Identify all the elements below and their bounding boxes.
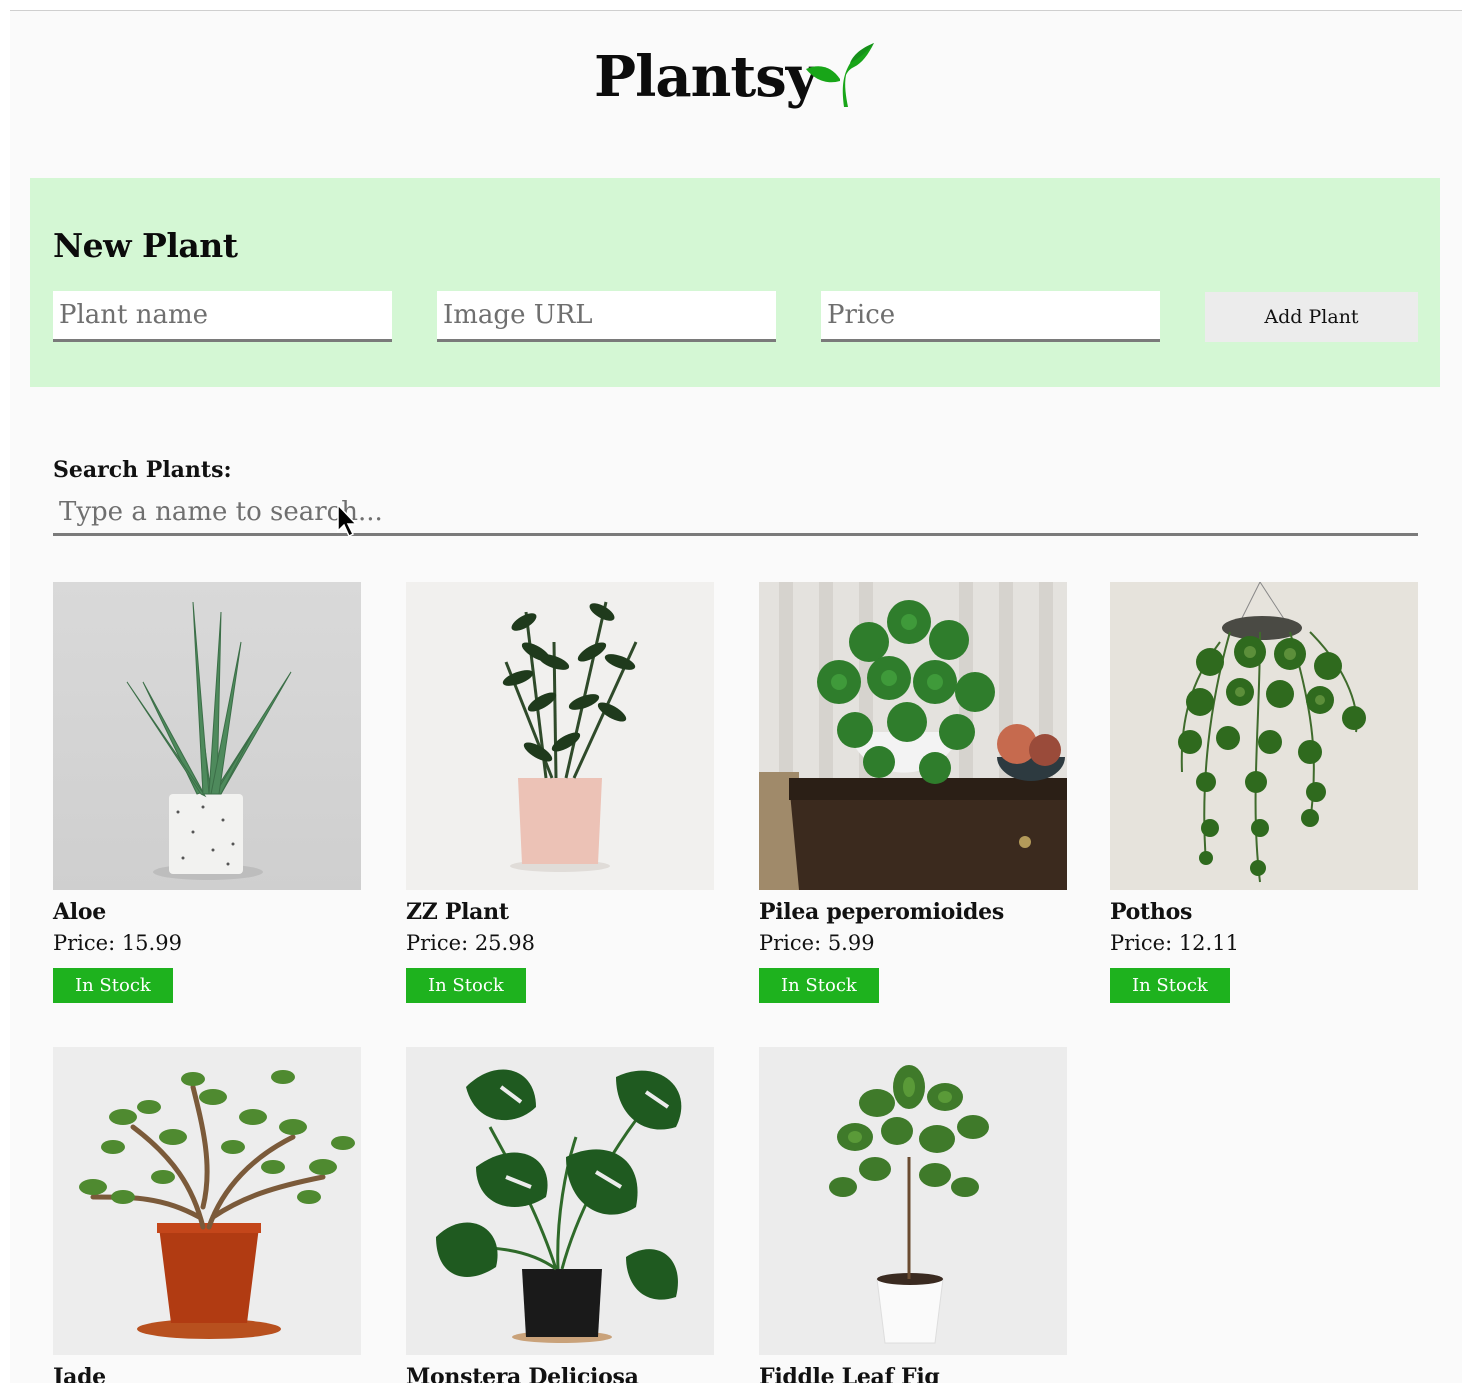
in-stock-button[interactable]: In Stock <box>759 968 879 1003</box>
plant-image <box>759 582 1067 890</box>
plant-name: Pilea peperomioides <box>759 899 1004 925</box>
plant-image <box>53 1047 361 1355</box>
in-stock-button[interactable]: In Stock <box>406 968 526 1003</box>
plant-image <box>406 1047 714 1355</box>
price-input[interactable] <box>821 291 1160 342</box>
mouse-pointer-icon <box>337 503 358 538</box>
app-title: Plantsy <box>594 44 818 110</box>
app-window: Plantsy New Plant Add Plant Search Plant… <box>10 10 1462 1383</box>
in-stock-button[interactable]: In Stock <box>53 968 173 1003</box>
plant-card: Pothos Price: 12.11 In Stock <box>1110 582 1418 1003</box>
add-plant-button[interactable]: Add Plant <box>1205 292 1418 342</box>
plant-card: ZZ Plant Price: 25.98 In Stock <box>406 582 714 1003</box>
plant-name: Jade <box>53 1364 106 1383</box>
plant-name: ZZ Plant <box>406 899 509 925</box>
sprout-icon <box>806 43 874 107</box>
plant-name: Monstera Deliciosa <box>406 1364 639 1383</box>
plant-name: Pothos <box>1110 899 1193 925</box>
plant-card: Jade <box>53 1047 361 1383</box>
plant-name-input[interactable] <box>53 291 392 342</box>
plant-price: Price: 12.11 <box>1110 931 1239 955</box>
plant-image <box>406 582 714 890</box>
plant-card: Monstera Deliciosa <box>406 1047 714 1383</box>
plant-price: Price: 15.99 <box>53 931 182 955</box>
plant-image <box>759 1047 1067 1355</box>
plant-price: Price: 5.99 <box>759 931 875 955</box>
plant-price: Price: 25.98 <box>406 931 535 955</box>
plant-name: Aloe <box>53 899 106 925</box>
plant-image <box>1110 582 1418 890</box>
in-stock-button[interactable]: In Stock <box>1110 968 1230 1003</box>
header: Plantsy <box>10 11 1462 171</box>
search-label: Search Plants: <box>53 457 232 483</box>
new-plant-heading: New Plant <box>53 226 238 265</box>
new-plant-form: New Plant Add Plant <box>30 178 1440 387</box>
plant-image <box>53 582 361 890</box>
plant-name: Fiddle Leaf Fig <box>759 1364 940 1383</box>
plant-card: Aloe Price: 15.99 In Stock <box>53 582 361 1003</box>
search-input[interactable] <box>53 491 1418 536</box>
plant-card: Fiddle Leaf Fig <box>759 1047 1067 1383</box>
plant-card: Pilea peperomioides Price: 5.99 In Stock <box>759 582 1067 1003</box>
image-url-input[interactable] <box>437 291 776 342</box>
